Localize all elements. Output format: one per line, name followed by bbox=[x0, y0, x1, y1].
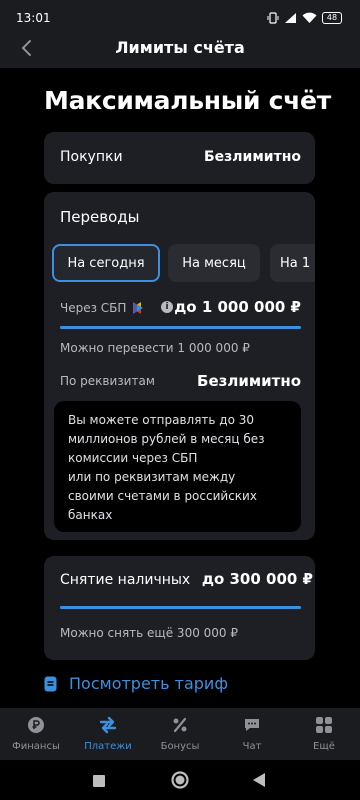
tab-month[interactable]: На месяц bbox=[168, 244, 260, 282]
tab-next[interactable]: На 1 bbox=[270, 244, 315, 282]
home-icon[interactable] bbox=[171, 771, 189, 789]
app-header: Лимиты счёта bbox=[0, 28, 360, 68]
withdrawal-card: Снятие наличных до 300 000 ₽ Можно снять… bbox=[44, 556, 315, 660]
page-title: Максимальный счёт bbox=[44, 86, 331, 115]
withdrawal-label: Снятие наличных bbox=[60, 572, 191, 588]
requisites-value: Безлимитно bbox=[197, 372, 301, 390]
status-time: 13:01 bbox=[16, 11, 51, 25]
sbp-label: Через СБП bbox=[60, 301, 127, 315]
transfer-arrows-icon bbox=[99, 716, 117, 734]
purchases-label: Покупки bbox=[60, 149, 123, 165]
purchases-card: Покупки Безлимитно bbox=[44, 132, 315, 184]
tooltip-line: Вы можете отправлять до 30 bbox=[68, 413, 255, 427]
signal-icon bbox=[285, 13, 296, 23]
battery-icon: 48 bbox=[322, 12, 342, 24]
tooltip-line: или по реквизитам между bbox=[68, 470, 236, 484]
nav-bonuses[interactable]: Бонусы bbox=[144, 708, 216, 760]
sbp-logo-icon bbox=[133, 302, 144, 314]
nav-bonuses-label: Бонусы bbox=[160, 741, 200, 752]
withdrawal-value: до 300 000 ₽ bbox=[201, 570, 313, 588]
status-icons: 48 bbox=[267, 12, 342, 24]
header-title: Лимиты счёта bbox=[115, 38, 245, 57]
tooltip-line: своими счетами в российских bbox=[68, 489, 257, 503]
vibrate-icon bbox=[267, 12, 279, 24]
withdrawal-remaining: Можно снять ещё 300 000 ₽ bbox=[60, 626, 239, 640]
system-navigation-bar bbox=[0, 760, 360, 800]
document-icon bbox=[44, 676, 57, 691]
chat-icon bbox=[245, 719, 259, 731]
withdrawal-progress-fill bbox=[60, 606, 301, 609]
percent-icon bbox=[173, 717, 187, 733]
nav-more-label: Ещё bbox=[313, 741, 335, 752]
nav-payments-label: Платежи bbox=[84, 741, 132, 752]
nav-finance[interactable]: Финансы bbox=[0, 708, 72, 760]
sbp-remaining: Можно перевести 1 000 000 ₽ bbox=[60, 341, 250, 355]
purchases-value: Безлимитно bbox=[203, 149, 301, 165]
transfers-title: Переводы bbox=[60, 208, 140, 226]
nav-more[interactable]: Ещё bbox=[288, 708, 360, 760]
view-tariff-label: Посмотреть тариф bbox=[69, 674, 228, 693]
nav-payments[interactable]: Платежи bbox=[72, 708, 144, 760]
wifi-icon bbox=[302, 12, 317, 23]
requisites-label: По реквизитам bbox=[60, 374, 155, 388]
sbp-progress-bar bbox=[60, 326, 301, 329]
nav-chat[interactable]: Чат bbox=[216, 708, 288, 760]
sbp-row: Через СБП i до 1 000 000 ₽ bbox=[60, 298, 301, 318]
period-tabs: На сегодня На месяц На 1 bbox=[52, 244, 315, 282]
tooltip-line: миллионов рублей в месяц без bbox=[68, 432, 265, 446]
tab-today[interactable]: На сегодня bbox=[52, 244, 160, 282]
view-tariff-link[interactable]: Посмотреть тариф bbox=[44, 674, 228, 693]
sbp-limit-value: до 1 000 000 ₽ bbox=[174, 298, 301, 316]
tooltip-line: банках bbox=[68, 508, 113, 522]
info-icon[interactable]: i bbox=[161, 301, 173, 313]
limits-tooltip: Вы можете отправлять до 30 миллионов руб… bbox=[54, 401, 301, 532]
back-triangle-icon[interactable] bbox=[252, 772, 266, 788]
nav-finance-label: Финансы bbox=[12, 741, 60, 752]
recents-icon[interactable] bbox=[92, 774, 106, 788]
bottom-navigation: Финансы Платежи Бонусы Чат Ещё bbox=[0, 708, 360, 760]
transfers-card: Переводы На сегодня На месяц На 1 Через … bbox=[44, 192, 315, 540]
tooltip-line: комиссии через СБП bbox=[68, 451, 198, 465]
withdrawal-progress-bar bbox=[60, 606, 301, 609]
grid-icon bbox=[316, 717, 332, 733]
sbp-progress-fill bbox=[60, 326, 301, 329]
ruble-icon bbox=[28, 717, 44, 733]
nav-chat-label: Чат bbox=[242, 741, 262, 752]
